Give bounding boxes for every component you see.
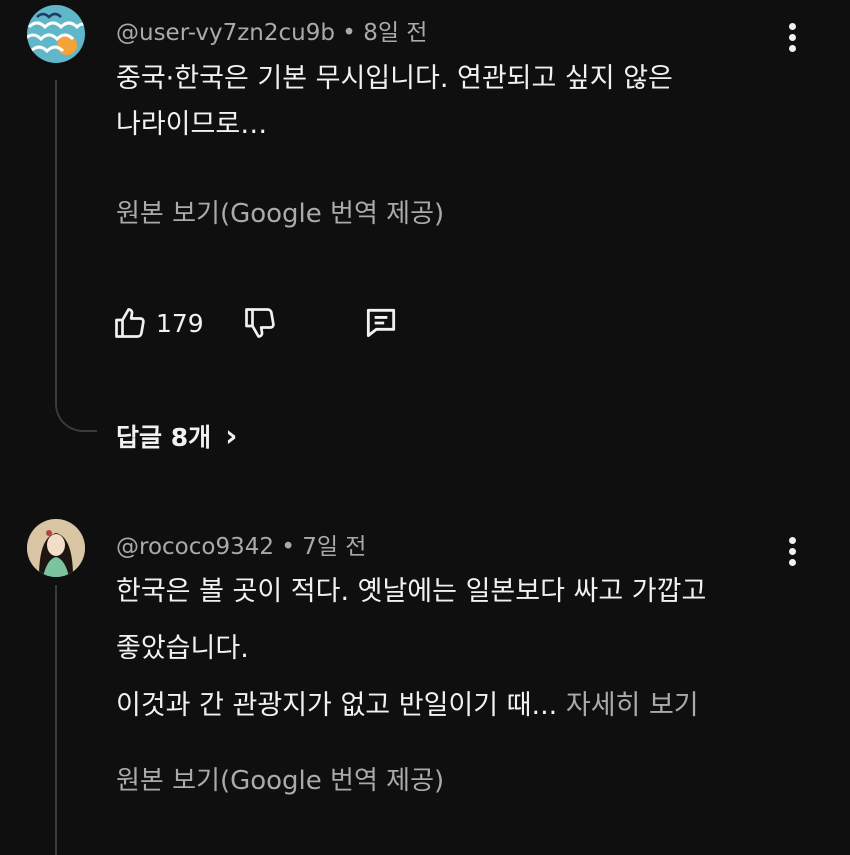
- chevron-right-icon: ›: [225, 418, 238, 454]
- comment-time: 8일 전: [363, 20, 428, 46]
- comment-meta: @user-vy7zn2cu9b • 8일 전: [116, 13, 427, 47]
- avatar[interactable]: [27, 519, 85, 577]
- comment-line: 좋았습니다.: [116, 633, 249, 664]
- translate-link[interactable]: 원본 보기(Google 번역 제공): [116, 193, 444, 230]
- comment-text: 한국은 볼 곳이 적다. 옛날에는 일본보다 싸고 가깝고 좋았습니다. 이것과…: [116, 569, 816, 729]
- comment-line: 중국·한국은 기본 무시입니다. 연관되고 싶지 않은: [116, 63, 673, 94]
- avatar-image: [27, 5, 85, 63]
- thread-line: [55, 80, 97, 432]
- comment-text: 중국·한국은 기본 무시입니다. 연관되고 싶지 않은 나라이므로…: [116, 56, 816, 148]
- translate-link[interactable]: 원본 보기(Google 번역 제공): [116, 760, 444, 797]
- more-options-icon[interactable]: [789, 537, 799, 570]
- comment-line: 나라이므로…: [116, 109, 268, 140]
- meta-separator: •: [281, 534, 295, 560]
- comment-icon: [366, 308, 395, 338]
- dislike-button[interactable]: [242, 305, 278, 341]
- read-more-link[interactable]: 자세히 보기: [566, 690, 699, 721]
- avatar[interactable]: [27, 5, 85, 63]
- thumbs-down-icon: [244, 308, 275, 338]
- comment-line: 이것과 간 관광지가 없고 반일이기 때... 자세히 보기: [116, 683, 816, 729]
- like-count: 179: [156, 308, 204, 338]
- comment-actions: 179: [112, 300, 400, 346]
- comment-line: 한국은 볼 곳이 적다. 옛날에는 일본보다 싸고 가깝고: [116, 576, 707, 607]
- more-options-icon[interactable]: [789, 23, 799, 56]
- meta-separator: •: [342, 20, 356, 46]
- comment-time: 7일 전: [302, 534, 367, 560]
- replies-toggle[interactable]: 답글 8개 ›: [116, 418, 237, 454]
- author-handle[interactable]: @rococo9342: [116, 534, 274, 560]
- reply-button[interactable]: [362, 304, 400, 342]
- replies-label: 답글 8개: [116, 423, 212, 452]
- author-handle[interactable]: @user-vy7zn2cu9b: [116, 20, 335, 46]
- like-button[interactable]: 179: [112, 305, 204, 341]
- comment-line-text: 이것과 간 관광지가 없고 반일이기 때...: [116, 690, 558, 721]
- avatar-image: [27, 519, 85, 577]
- comment-meta: @rococo9342 • 7일 전: [116, 527, 366, 561]
- thread-line: [55, 585, 57, 855]
- thumbs-up-icon: [115, 308, 145, 338]
